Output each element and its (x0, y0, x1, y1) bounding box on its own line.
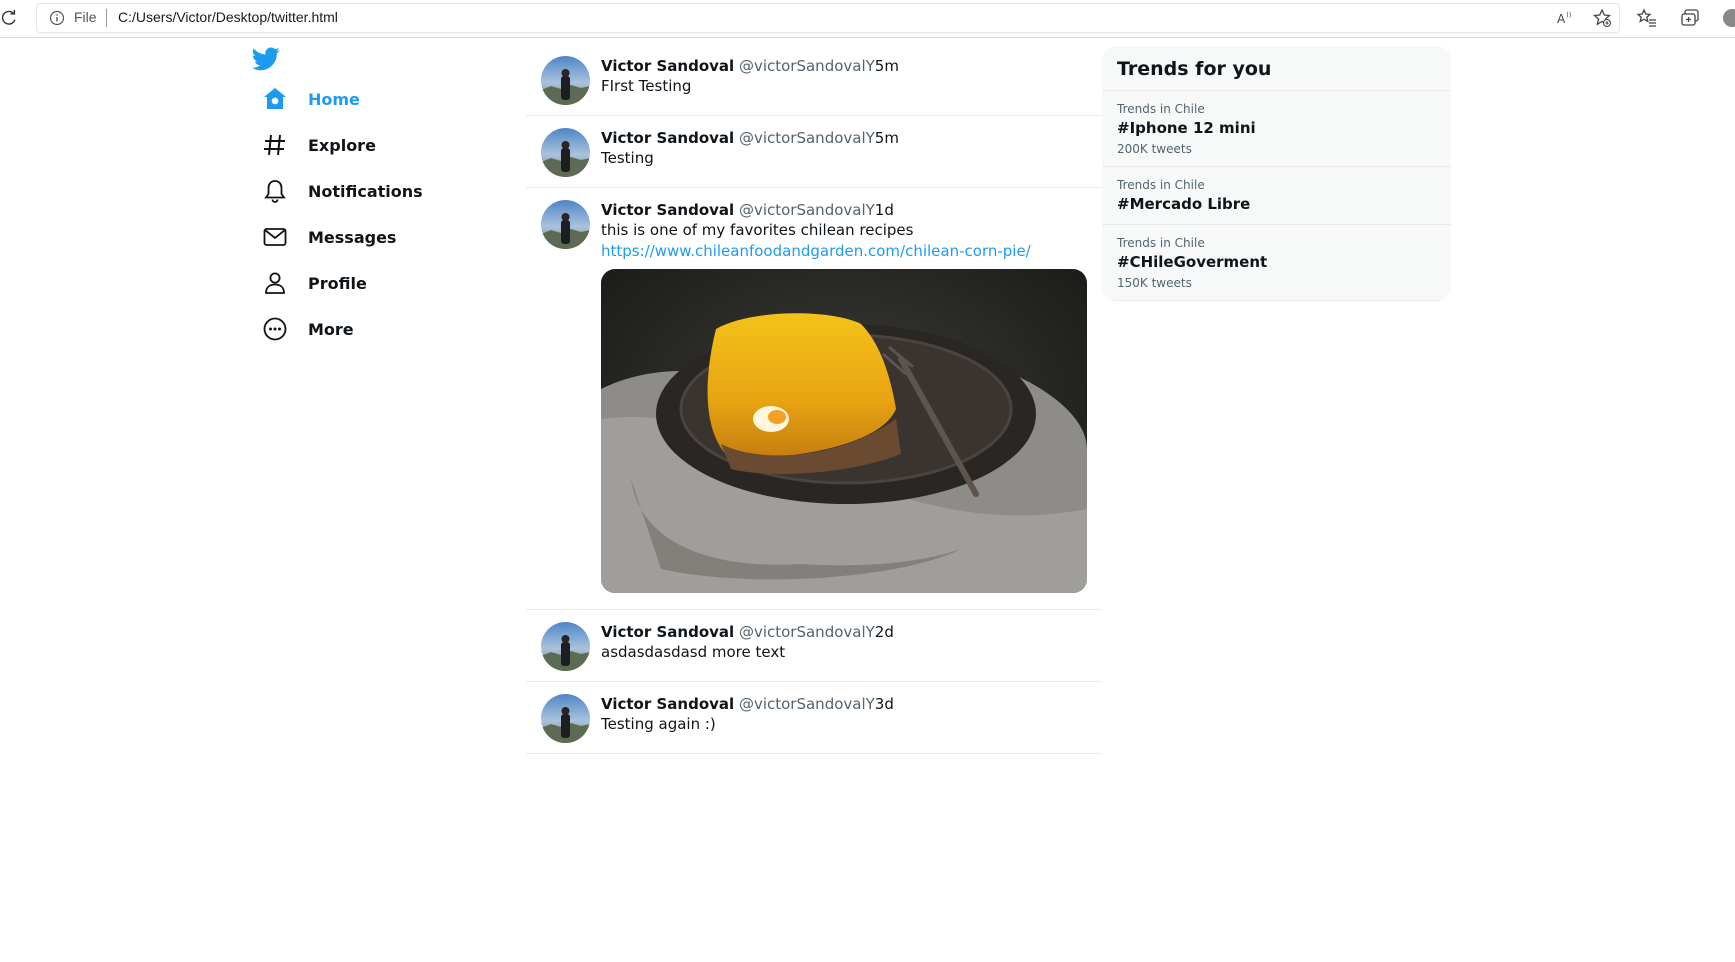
trend-name: #Iphone 12 mini (1117, 119, 1256, 137)
svg-text:)): )) (1566, 11, 1572, 19)
tweet-time: 3d (874, 695, 894, 713)
url-text[interactable]: C:/Users/Victor/Desktop/twitter.html (118, 9, 338, 25)
nav-profile[interactable]: Profile (262, 268, 367, 298)
trend-name: #CHileGoverment (1117, 253, 1268, 271)
nav-label-messages: Messages (308, 227, 397, 247)
tweet-handle[interactable]: @victorSandovalY (739, 623, 875, 641)
trend-context: Trends in Chile (1117, 102, 1205, 116)
file-label: File (74, 9, 97, 25)
tweet-time: 1d (874, 201, 894, 219)
tweet-feed: Victor Sandoval @victorSandovalY5m FIrst… (526, 44, 1102, 754)
tweet-text: Testing (601, 149, 654, 167)
tweet-image[interactable] (601, 269, 1087, 593)
tweet[interactable]: Victor Sandoval @victorSandovalY5m Testi… (526, 116, 1102, 188)
trend-item[interactable]: Trends in Chile #CHileGoverment 150K twe… (1102, 225, 1451, 301)
tweet-handle[interactable]: @victorSandovalY (739, 57, 875, 75)
tweet-time: 5m (874, 129, 899, 147)
tweet-time: 5m (874, 57, 899, 75)
tweet-link[interactable]: https://www.chileanfoodandgarden.com/chi… (601, 241, 1102, 262)
address-separator (106, 9, 107, 27)
nav-label-more: More (308, 319, 354, 339)
tweet[interactable]: Victor Sandoval @victorSandovalY1d this … (526, 188, 1102, 610)
nav-notifications[interactable]: Notifications (262, 176, 423, 206)
collections-icon[interactable] (1680, 8, 1700, 28)
reload-icon[interactable] (0, 9, 18, 27)
avatar[interactable] (541, 128, 590, 177)
tweet-handle[interactable]: @victorSandovalY (739, 201, 875, 219)
home-icon (264, 88, 286, 109)
nav-label-profile: Profile (308, 273, 367, 293)
tweet-handle[interactable]: @victorSandovalY (739, 129, 875, 147)
trend-item[interactable]: Trends in Chile #Mercado Libre (1102, 167, 1451, 225)
avatar[interactable] (541, 56, 590, 105)
tweet-author[interactable]: Victor Sandoval (601, 623, 734, 641)
favorites-icon[interactable] (1637, 8, 1657, 28)
hashtag-icon (264, 134, 285, 156)
envelope-icon (263, 228, 287, 246)
trends-panel: Trends for you Trends in Chile #Iphone 1… (1102, 46, 1451, 301)
nav-label-home: Home (308, 89, 360, 109)
info-icon[interactable] (49, 10, 65, 26)
avatar[interactable] (541, 622, 590, 671)
nav-explore[interactable]: Explore (262, 130, 376, 160)
bell-icon (264, 180, 286, 203)
avatar[interactable] (541, 694, 590, 743)
trend-count: 150K tweets (1117, 276, 1192, 290)
trend-item[interactable]: Trends in Chile #Iphone 12 mini 200K twe… (1102, 91, 1451, 167)
avatar[interactable] (541, 200, 590, 249)
tweet-text: asdasdasdasd more text (601, 643, 786, 661)
profile-avatar-icon[interactable] (1722, 8, 1735, 28)
tweet[interactable]: Victor Sandoval @victorSandovalY5m FIrst… (526, 44, 1102, 116)
browser-toolbar: File C:/Users/Victor/Desktop/twitter.htm… (0, 0, 1735, 38)
tweet-author[interactable]: Victor Sandoval (601, 129, 734, 147)
person-icon (265, 272, 285, 294)
trends-title: Trends for you (1102, 46, 1451, 91)
trend-name: #Mercado Libre (1117, 195, 1251, 213)
tweet-author[interactable]: Victor Sandoval (601, 695, 734, 713)
nav-more[interactable]: More (262, 314, 354, 344)
tweet[interactable]: Victor Sandoval @victorSandovalY3d Testi… (526, 682, 1102, 754)
trend-context: Trends in Chile (1117, 236, 1205, 250)
nav-messages[interactable]: Messages (262, 222, 396, 252)
trend-count: 200K tweets (1117, 142, 1192, 156)
tweet-author[interactable]: Victor Sandoval (601, 201, 734, 219)
trend-context: Trends in Chile (1117, 178, 1205, 192)
favorite-star-icon[interactable] (1592, 8, 1612, 28)
tweet-text: Testing again :) (601, 715, 716, 733)
tweet[interactable]: Victor Sandoval @victorSandovalY2d asdas… (526, 610, 1102, 682)
nav-home[interactable]: Home (262, 84, 360, 114)
nav-label-notifications: Notifications (308, 181, 423, 201)
tweet-time: 2d (874, 623, 894, 641)
svg-text:A: A (1557, 12, 1566, 26)
tweet-text: FIrst Testing (601, 77, 692, 95)
more-circle-icon (263, 317, 287, 341)
tweet-handle[interactable]: @victorSandovalY (739, 695, 875, 713)
nav-label-explore: Explore (308, 135, 376, 155)
twitter-logo-icon[interactable] (252, 46, 280, 72)
tweet-author[interactable]: Victor Sandoval (601, 57, 734, 75)
read-aloud-icon[interactable]: A )) (1555, 8, 1575, 28)
tweet-text: this is one of my favorites chilean reci… (601, 221, 914, 239)
